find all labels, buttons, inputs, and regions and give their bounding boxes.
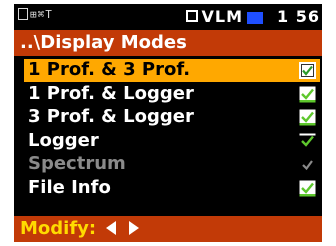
clock-time: 1 56: [277, 6, 320, 26]
list-item-file-info[interactable]: File Info: [24, 177, 320, 200]
list-item-label: File Info: [28, 176, 111, 198]
list-item-1-prof-3-prof[interactable]: 1 Prof. & 3 Prof.: [24, 59, 320, 82]
display-modes-list: 1 Prof. & 3 Prof. 1 Prof. & Logger 3 Pro…: [24, 59, 320, 201]
status-bar: ⊞⌘T VLM 1 56: [14, 4, 322, 30]
checkbox-checked-icon[interactable]: [299, 86, 316, 103]
left-arrow-icon: [106, 221, 117, 235]
right-arrow-icon: [128, 221, 139, 235]
list-item-label: 1 Prof. & 3 Prof.: [28, 59, 191, 80]
list-item-label: Spectrum: [28, 153, 126, 175]
square-icon: [185, 10, 198, 22]
list-item-1-prof-logger[interactable]: 1 Prof. & Logger: [24, 83, 320, 106]
list-item-spectrum[interactable]: Spectrum: [24, 153, 320, 176]
checkmark-disabled-icon: [299, 156, 316, 173]
page-title: ..\Display Modes: [14, 30, 322, 56]
list-item-3-prof-logger[interactable]: 3 Prof. & Logger: [24, 106, 320, 129]
list-item-label: 3 Prof. & Logger: [28, 106, 194, 128]
status-right-group: VLM 1 56: [185, 5, 320, 27]
list-item-label: 1 Prof. & Logger: [28, 82, 194, 104]
battery-icon: [247, 12, 264, 24]
mode-label: VLM: [201, 6, 244, 26]
checkbox-checked-icon[interactable]: [299, 180, 316, 197]
footer-label: Modify:: [20, 218, 97, 239]
status-indicators: ⊞⌘T: [18, 8, 53, 21]
list-item-label: Logger: [28, 129, 99, 151]
checkbox-checked-icon[interactable]: [299, 62, 316, 79]
checkbox-checked-icon[interactable]: [299, 109, 316, 126]
footer-hint-bar: Modify:: [14, 216, 322, 242]
list-item-logger[interactable]: Logger: [24, 130, 320, 153]
checkbox-checked-icon[interactable]: [299, 133, 316, 150]
device-icon: [18, 8, 28, 20]
status-left-text: ⊞⌘T: [30, 8, 53, 21]
device-screen: ⊞⌘T VLM 1 56 ..\Display Modes 1 Prof. & …: [14, 4, 322, 242]
